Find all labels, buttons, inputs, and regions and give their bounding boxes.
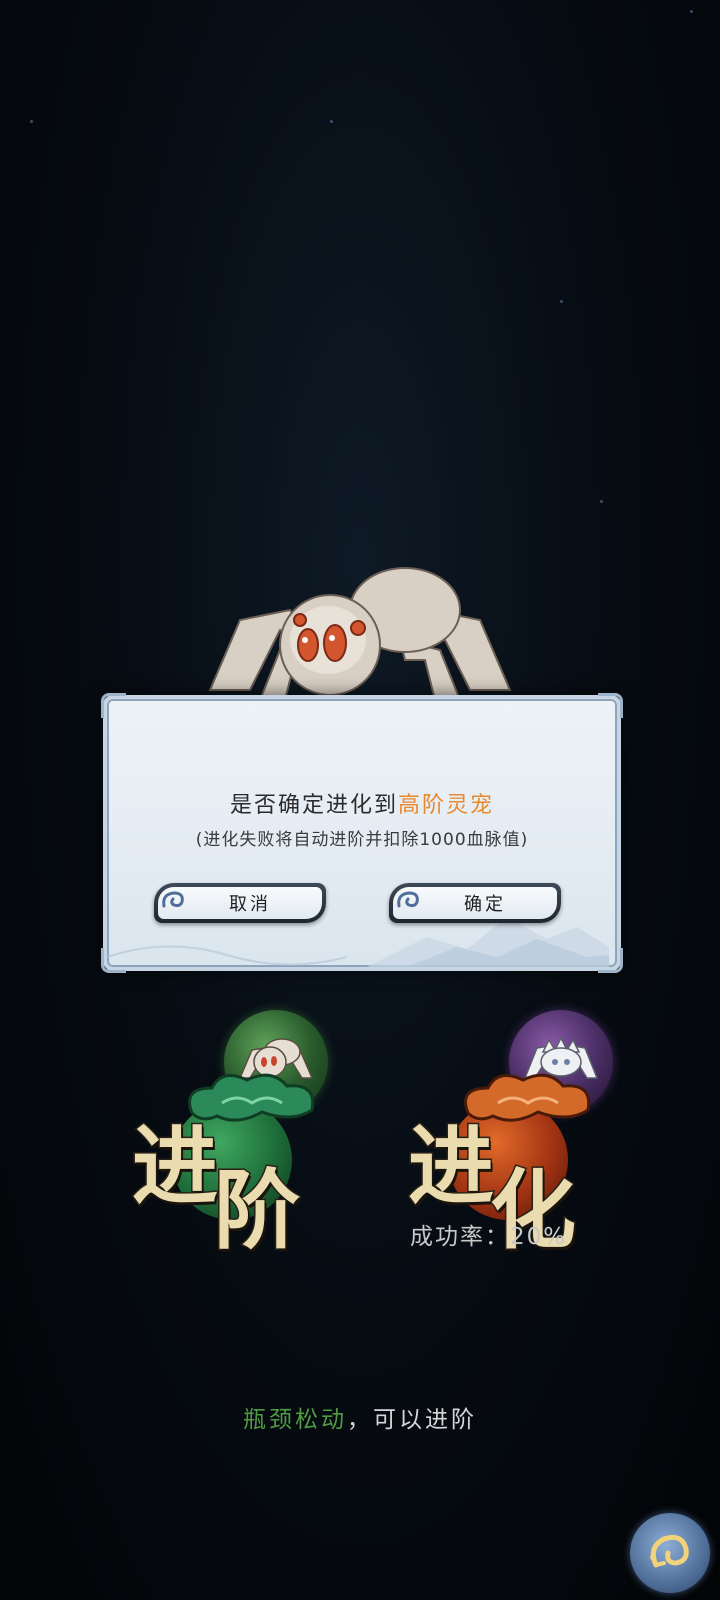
- confirm-button[interactable]: 确定: [389, 883, 561, 923]
- swirl-return-button[interactable]: [630, 1513, 710, 1593]
- dialog-title-text: 是否确定进化到: [229, 793, 398, 818]
- cancel-button[interactable]: 取消: [154, 883, 326, 923]
- advance-option[interactable]: 进 阶: [131, 1060, 322, 1263]
- cancel-button-label: 取消: [229, 894, 271, 915]
- evolve-confirm-dialog: 是否确定进化到高阶灵宠 (进化失败将自动进阶并扣除1000血脉值) 取消 确定: [101, 693, 623, 973]
- status-message: 瓶颈松动，可以进阶: [0, 1400, 720, 1434]
- success-rate-text: 成功率：20%: [410, 1224, 568, 1250]
- swirl-return-icon: [650, 1534, 689, 1568]
- star-decoration: [600, 500, 603, 503]
- star-decoration: [330, 120, 333, 123]
- star-decoration: [30, 120, 33, 123]
- dialog-title-highlight: 高阶灵宠: [398, 793, 495, 818]
- confirm-button-label: 确定: [464, 894, 506, 915]
- dialog-corner-ornament: [101, 693, 126, 718]
- star-decoration: [560, 300, 563, 303]
- dialog-subtitle: (进化失败将自动进阶并扣除1000血脉值): [195, 830, 529, 850]
- game-screen: 是否确定进化到高阶灵宠 (进化失败将自动进阶并扣除1000血脉值) 取消 确定: [0, 0, 720, 1600]
- status-text: ，可以进阶: [347, 1407, 477, 1433]
- dialog-title: 是否确定进化到高阶灵宠: [107, 787, 617, 819]
- star-decoration: [690, 10, 693, 13]
- advance-char-2: 阶: [213, 1159, 302, 1263]
- status-highlight: 瓶颈松动: [243, 1407, 347, 1433]
- dialog-corner-ornament: [598, 693, 623, 718]
- advance-char-1: 进: [131, 1115, 220, 1219]
- spider-pet-illustration: [208, 567, 512, 700]
- evolve-char-1: 进: [407, 1115, 496, 1219]
